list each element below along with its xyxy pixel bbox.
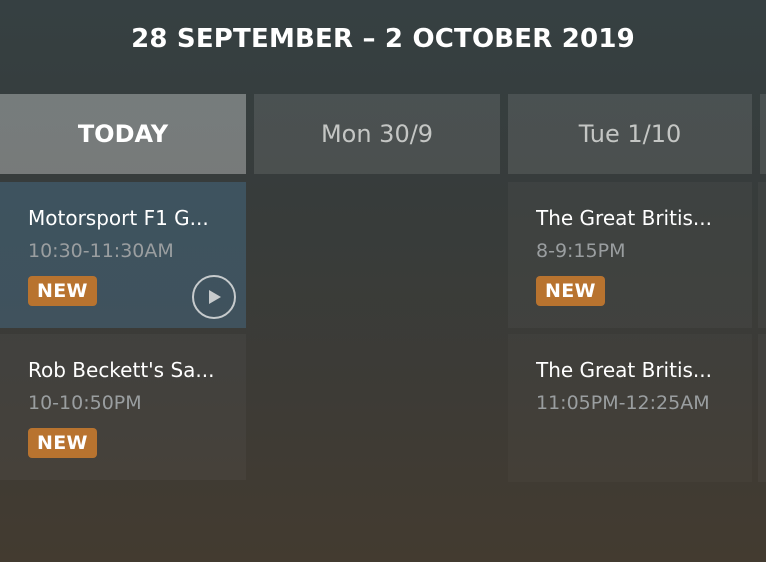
new-badge: NEW xyxy=(28,276,97,306)
play-icon[interactable] xyxy=(192,275,236,319)
next-column-card-partial[interactable] xyxy=(758,334,766,482)
program-time: 10-10:50PM xyxy=(28,392,142,414)
program-time: 10:30-11:30AM xyxy=(28,240,174,262)
program-card-great-british-1[interactable]: The Great Britis... 8-9:15PM NEW xyxy=(508,182,752,328)
date-range-title: 28 SEPTEMBER – 2 OCTOBER 2019 xyxy=(131,24,635,54)
new-badge: NEW xyxy=(536,276,605,306)
program-card-rob-beckett[interactable]: Rob Beckett's Sa... 10-10:50PM NEW xyxy=(0,334,246,480)
tab-today[interactable]: TODAY xyxy=(0,94,246,174)
program-title: Rob Beckett's Sa... xyxy=(28,358,215,382)
tab-next-partial[interactable] xyxy=(760,94,766,174)
tab-today-label: TODAY xyxy=(77,120,169,148)
program-time: 11:05PM-12:25AM xyxy=(536,392,710,414)
program-title: The Great Britis... xyxy=(536,206,712,230)
tab-tue-1-10[interactable]: Tue 1/10 xyxy=(508,94,752,174)
program-title: The Great Britis... xyxy=(536,358,712,382)
program-card-great-british-2[interactable]: The Great Britis... 11:05PM-12:25AM xyxy=(508,334,752,482)
tab-tue-label: Tue 1/10 xyxy=(578,120,682,148)
mon-column-empty xyxy=(254,182,500,478)
next-column-card-partial[interactable] xyxy=(758,182,766,328)
tab-mon-label: Mon 30/9 xyxy=(320,120,434,148)
tab-mon-30-9[interactable]: Mon 30/9 xyxy=(254,94,500,174)
new-badge: NEW xyxy=(28,428,97,458)
program-title: Motorsport F1 G... xyxy=(28,206,209,230)
program-card-motorsport[interactable]: Motorsport F1 G... 10:30-11:30AM NEW xyxy=(0,182,246,328)
program-time: 8-9:15PM xyxy=(536,240,626,262)
